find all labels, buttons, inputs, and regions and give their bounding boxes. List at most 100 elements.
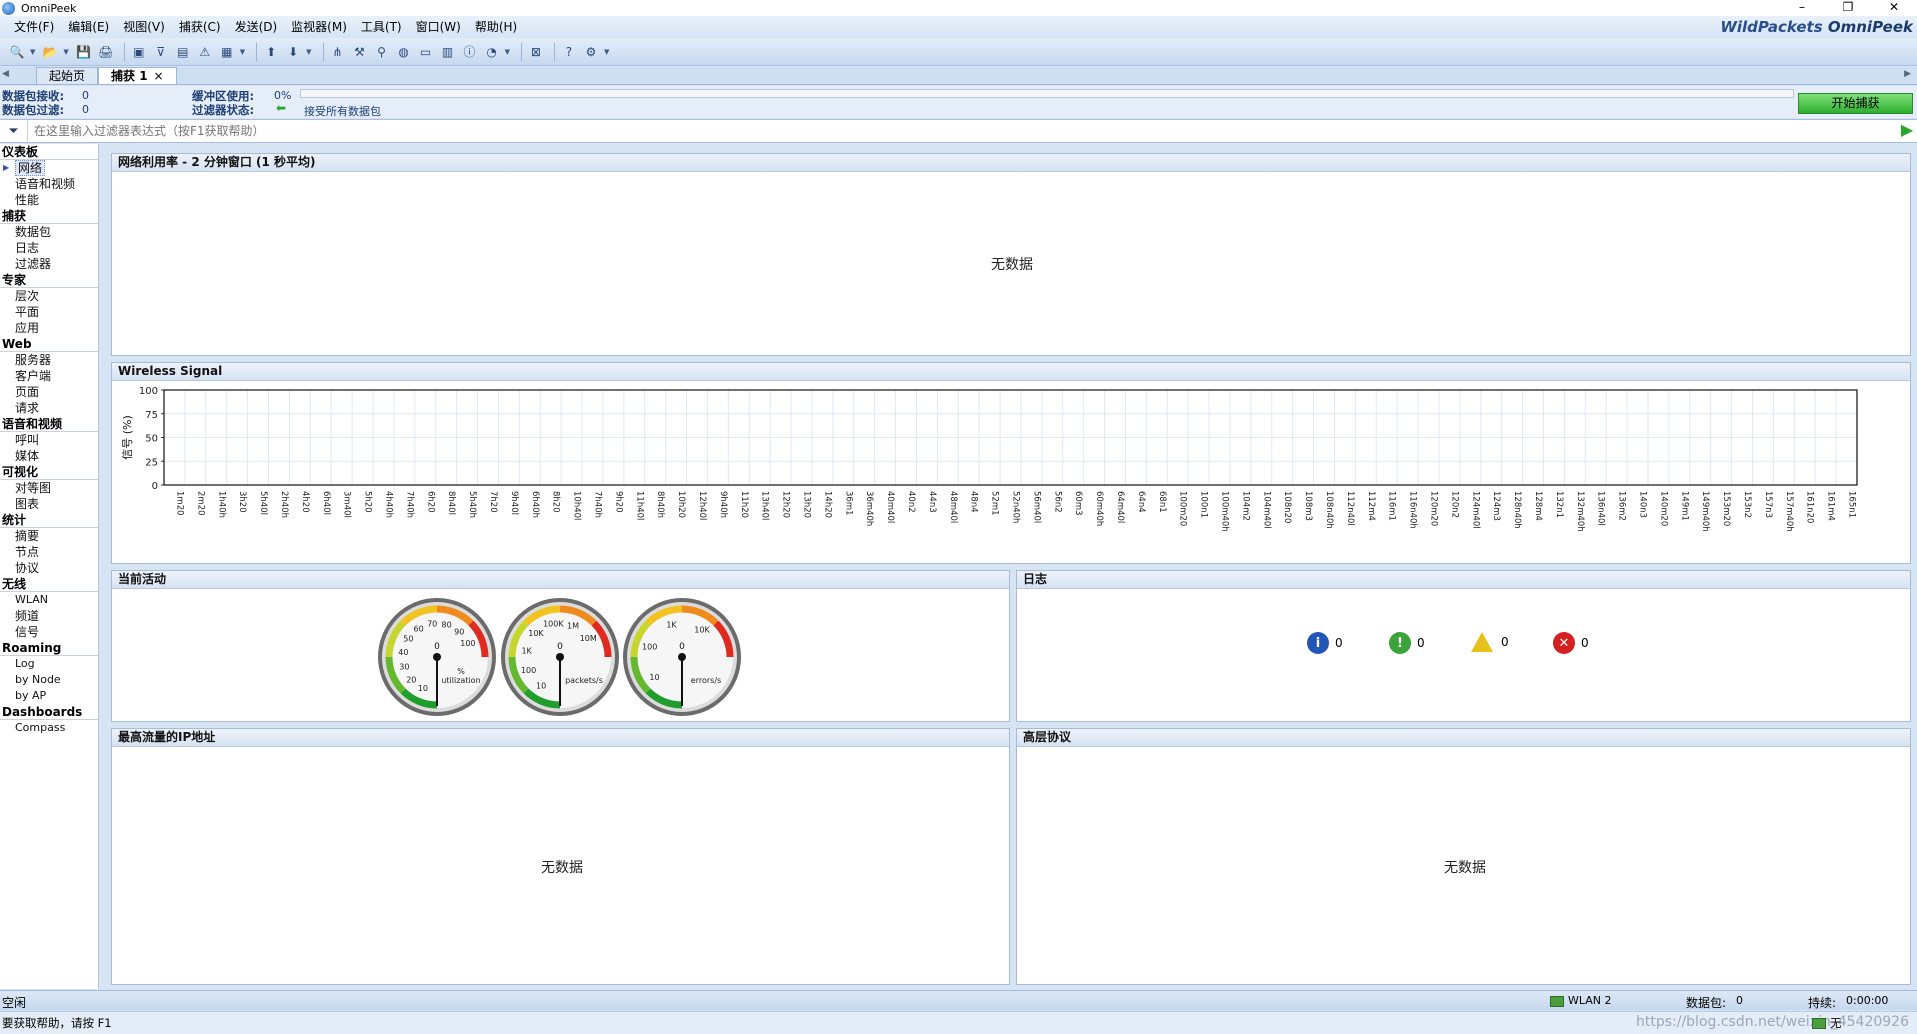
filter-expression-input[interactable] bbox=[28, 121, 1897, 141]
save-icon[interactable]: 💾 bbox=[75, 43, 93, 61]
log-info-count[interactable]: i0 bbox=[1307, 632, 1343, 654]
sidebar-item[interactable]: 信号 bbox=[0, 624, 98, 640]
sidebar-item[interactable]: 节点 bbox=[0, 544, 98, 560]
x-tick-label: 165n1 bbox=[1847, 491, 1857, 518]
sidebar-item[interactable]: 对等图 bbox=[0, 480, 98, 496]
minimize-button[interactable]: – bbox=[1779, 0, 1825, 16]
x-tick-label: 100n1 bbox=[1199, 491, 1209, 518]
menu-capture[interactable]: 捕获(C) bbox=[179, 18, 221, 35]
filter-icon[interactable]: ⊽ bbox=[152, 43, 170, 61]
sidebar-item[interactable]: 日志 bbox=[0, 240, 98, 256]
help-icon[interactable]: ? bbox=[560, 43, 578, 61]
sidebar-section-title[interactable]: 统计 bbox=[0, 512, 98, 528]
gauge-tick-label: 50 bbox=[403, 635, 413, 644]
gauge-hub bbox=[556, 653, 564, 661]
open-icon[interactable]: 📂 bbox=[41, 43, 59, 61]
log-warning-count[interactable]: 0 bbox=[1471, 632, 1509, 652]
sidebar-item[interactable]: 数据包 bbox=[0, 224, 98, 240]
sidebar-section-title[interactable]: 捕获 bbox=[0, 208, 98, 224]
menu-monitor[interactable]: 监视器(M) bbox=[291, 18, 347, 35]
settings-icon[interactable]: ⚙ bbox=[582, 43, 600, 61]
sidebar-item[interactable]: 过滤器 bbox=[0, 256, 98, 272]
apply-filter-icon[interactable]: ▶ bbox=[1897, 121, 1917, 141]
sidebar-item[interactable]: 摘要 bbox=[0, 528, 98, 544]
trigger-icon[interactable]: ⬆ bbox=[262, 43, 280, 61]
send-icon[interactable]: ⬇ bbox=[284, 43, 302, 61]
menu-view[interactable]: 视图(V) bbox=[123, 18, 165, 35]
x-tick-label: 40m40l bbox=[885, 491, 895, 523]
close-button[interactable]: ✕ bbox=[1871, 0, 1917, 16]
no-data-text: 无数据 bbox=[1444, 860, 1486, 876]
sidebar-item[interactable]: 性能 bbox=[0, 192, 98, 208]
tab-scroll-left-icon[interactable]: ◀ bbox=[2, 69, 9, 79]
menu-tools[interactable]: 工具(T) bbox=[361, 18, 402, 35]
sidebar-section-title[interactable]: 仪表板 bbox=[0, 144, 98, 160]
menu-help[interactable]: 帮助(H) bbox=[475, 18, 517, 35]
close-tab-icon[interactable]: × bbox=[154, 69, 164, 83]
tab-scroll-right-icon[interactable]: ▶ bbox=[1904, 69, 1911, 79]
info-icon[interactable]: ⓘ bbox=[461, 43, 479, 61]
x-tick-label: 56m40l bbox=[1031, 491, 1041, 523]
filter-funnel-icon[interactable]: ⏷ bbox=[0, 120, 28, 142]
sidebar-item[interactable]: WLAN bbox=[0, 592, 98, 608]
sidebar-section-title[interactable]: 可视化 bbox=[0, 464, 98, 480]
sidebar-item[interactable]: 呼叫 bbox=[0, 432, 98, 448]
sidebar-item[interactable]: Log bbox=[0, 656, 98, 672]
report-icon[interactable]: ▤ bbox=[174, 43, 192, 61]
sidebar-section-title[interactable]: Roaming bbox=[0, 640, 98, 656]
search-icon[interactable]: 🔍 bbox=[8, 43, 26, 61]
sidebar-item[interactable]: 服务器 bbox=[0, 352, 98, 368]
sidebar-section-title[interactable]: 语音和视频 bbox=[0, 416, 98, 432]
tools-icon[interactable]: ⚒ bbox=[351, 43, 369, 61]
sidebar-section-title[interactable]: Dashboards bbox=[0, 704, 98, 720]
x-tick-label: 12h40l bbox=[697, 491, 707, 520]
start-capture-button[interactable]: 开始捕获 bbox=[1798, 93, 1913, 114]
sidebar-item[interactable]: 频道 bbox=[0, 608, 98, 624]
sidebar-item[interactable]: 客户端 bbox=[0, 368, 98, 384]
menu-window[interactable]: 窗口(W) bbox=[416, 18, 461, 35]
menu-file[interactable]: 文件(F) bbox=[14, 18, 54, 35]
tab-capture-1[interactable]: 捕获 1 × bbox=[98, 67, 177, 84]
sidebar-item[interactable]: 层次 bbox=[0, 288, 98, 304]
panel-title: 当前活动 bbox=[112, 571, 1009, 589]
menu-send[interactable]: 发送(D) bbox=[235, 18, 278, 35]
sidebar-section-title[interactable]: 专家 bbox=[0, 272, 98, 288]
log-notice-count[interactable]: ! 0 bbox=[1389, 632, 1425, 654]
map-icon[interactable]: ⚲ bbox=[373, 43, 391, 61]
sidebar-item[interactable]: by AP bbox=[0, 688, 98, 704]
x-tick-label: 13h20 bbox=[801, 491, 811, 518]
maximize-button[interactable]: ❐ bbox=[1825, 0, 1871, 16]
close-capture-icon[interactable]: ⊠ bbox=[527, 43, 545, 61]
stats-icon[interactable]: ▦ bbox=[218, 43, 236, 61]
sidebar-item[interactable]: 页面 bbox=[0, 384, 98, 400]
alert-icon[interactable]: ⚠ bbox=[196, 43, 214, 61]
sidebar-item[interactable]: 平面 bbox=[0, 304, 98, 320]
sidebar-item[interactable]: 语音和视频 bbox=[0, 176, 98, 192]
sidebar-item[interactable]: by Node bbox=[0, 672, 98, 688]
top-protocols-panel: 高层协议 无数据 bbox=[1016, 728, 1911, 985]
globe-icon[interactable]: ◍ bbox=[395, 43, 413, 61]
sidebar-splitter[interactable] bbox=[100, 144, 107, 989]
info-icon: i bbox=[1307, 632, 1329, 654]
sidebar-section-title[interactable]: 无线 bbox=[0, 576, 98, 592]
bar-icon[interactable]: ▥ bbox=[439, 43, 457, 61]
sidebar-item[interactable]: 应用 bbox=[0, 320, 98, 336]
sidebar-item[interactable]: Compass bbox=[0, 720, 98, 736]
menu-edit[interactable]: 编辑(E) bbox=[68, 18, 109, 35]
tab-start-page[interactable]: 起始页 bbox=[36, 67, 99, 84]
sidebar-item[interactable]: 请求 bbox=[0, 400, 98, 416]
sidebar-item[interactable]: 图表 bbox=[0, 496, 98, 512]
chart-icon[interactable]: ◔ bbox=[483, 43, 501, 61]
print-icon[interactable]: 🖨 bbox=[97, 43, 115, 61]
sidebar-item-label: 平面 bbox=[15, 305, 40, 319]
sidebar-item[interactable]: 网络 bbox=[0, 160, 98, 176]
sidebar-item[interactable]: 协议 bbox=[0, 560, 98, 576]
graph-icon[interactable]: ▭ bbox=[417, 43, 435, 61]
packets-filtered-label: 数据包过滤: bbox=[2, 103, 65, 117]
sidebar-item[interactable]: 媒体 bbox=[0, 448, 98, 464]
sidebar-section-title[interactable]: Web bbox=[0, 336, 98, 352]
network-icon[interactable]: ⋔ bbox=[329, 43, 347, 61]
log-error-count[interactable]: ✕ 0 bbox=[1553, 632, 1589, 654]
adapter-icon bbox=[1550, 995, 1564, 1007]
capture-icon[interactable]: ▣ bbox=[130, 43, 148, 61]
